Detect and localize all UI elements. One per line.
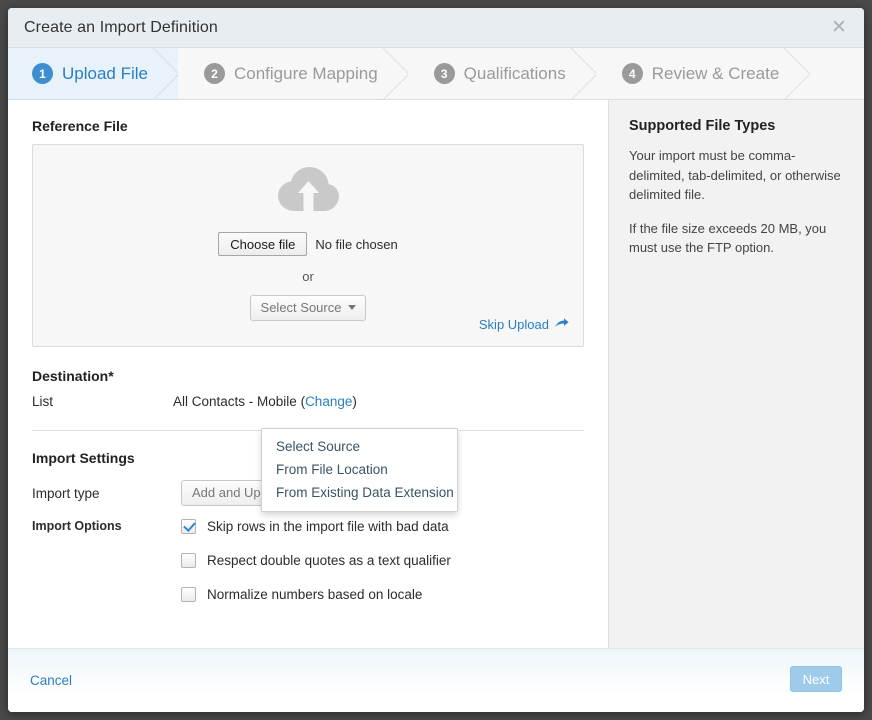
select-source-dropdown[interactable]: Select Source: [249, 295, 367, 321]
destination-heading: Destination*: [32, 368, 114, 384]
step-chevron-icon: [153, 48, 179, 99]
step-label: Configure Mapping: [234, 63, 378, 83]
option-normalize-numbers[interactable]: Normalize numbers based on locale: [181, 587, 451, 602]
step-number-badge: 1: [32, 63, 53, 84]
step-number-badge: 3: [433, 63, 455, 84]
destination-list-value-wrap: All Contacts - Mobile (Change): [173, 394, 357, 409]
main-panel: Reference File Choose file No file chose…: [8, 100, 608, 648]
import-type-label: Import type: [32, 485, 100, 501]
selected-file-name: No file chosen: [315, 236, 398, 252]
next-button[interactable]: Next: [790, 666, 842, 692]
close-icon[interactable]: ✕: [828, 17, 850, 39]
skip-upload-label: Skip Upload: [478, 317, 549, 332]
step-label: Upload File: [62, 63, 148, 83]
help-sidebar: Supported File Types Your import must be…: [608, 100, 864, 648]
menu-item-from-file-location[interactable]: From File Location: [262, 458, 457, 481]
option-label: Respect double quotes as a text qualifie…: [207, 553, 451, 568]
option-label: Normalize numbers based on locale: [207, 587, 423, 602]
select-source-menu[interactable]: Select Source From File Location From Ex…: [261, 428, 458, 512]
step-chevron-icon: [784, 48, 811, 99]
or-separator-label: or: [302, 269, 314, 284]
import-options-row: Import Options Skip rows in the import f…: [32, 518, 584, 602]
destination-section: Destination* List All Contacts - Mobile …: [32, 368, 584, 409]
import-options-label: Import Options: [32, 519, 122, 533]
file-dropzone[interactable]: Choose file No file chosen or Select Sou…: [32, 144, 584, 347]
step-number-badge: 4: [621, 63, 643, 84]
select-source-label: Select Source: [260, 300, 342, 315]
help-heading: Supported File Types: [629, 118, 776, 134]
step-qualifications[interactable]: 3 Qualifications: [407, 48, 597, 99]
menu-item-from-existing-data-extension[interactable]: From Existing Data Extension: [262, 481, 457, 504]
option-respect-double-quotes[interactable]: Respect double quotes as a text qualifie…: [181, 553, 451, 568]
cancel-button[interactable]: Cancel: [30, 673, 72, 688]
step-number-badge: 2: [204, 63, 225, 84]
modal-body: Reference File Choose file No file chose…: [8, 100, 864, 648]
destination-list-label: List: [32, 394, 54, 409]
menu-item-select-source[interactable]: Select Source: [262, 435, 457, 458]
help-paragraph-1: Your import must be comma-delimited, tab…: [629, 148, 841, 202]
destination-list-row: List All Contacts - Mobile (Change): [32, 394, 584, 409]
destination-list-value: All Contacts - Mobile: [173, 394, 297, 409]
step-configure-mapping[interactable]: 2 Configure Mapping: [178, 48, 409, 99]
help-paragraph-2: If the file size exceeds 20 MB, you must…: [629, 220, 827, 256]
file-input-row[interactable]: Choose file No file chosen: [218, 232, 398, 256]
step-chevron-icon: [570, 48, 597, 99]
page-title: Create an Import Definition: [24, 18, 218, 36]
chevron-down-icon: [348, 305, 357, 310]
step-review-create[interactable]: 4 Review & Create: [595, 48, 811, 99]
step-chevron-trailing-icon: [809, 48, 837, 99]
option-skip-bad-rows[interactable]: Skip rows in the import file with bad da…: [181, 519, 451, 534]
arrow-forward-icon: [555, 317, 569, 332]
step-label: Review & Create: [651, 63, 780, 83]
skip-upload-link[interactable]: Skip Upload: [479, 317, 569, 332]
checkbox-normalize-numbers[interactable]: [181, 587, 196, 602]
paren-close: ): [352, 394, 357, 409]
checkbox-respect-double-quotes[interactable]: [181, 553, 196, 568]
wizard-step-bar: 1 Upload File 2 Configure Mapping 3 Qual: [8, 48, 864, 100]
modal-footer: Cancel Next: [8, 648, 864, 712]
step-label: Qualifications: [463, 63, 566, 83]
change-destination-link[interactable]: Change: [305, 394, 352, 409]
reference-file-heading: Reference File: [32, 118, 128, 134]
modal-titlebar: Create an Import Definition ✕: [8, 8, 864, 48]
import-options-list: Skip rows in the import file with bad da…: [181, 518, 451, 602]
checkbox-skip-bad-rows[interactable]: [181, 519, 196, 534]
import-definition-modal: Create an Import Definition ✕ 1 Upload F…: [8, 8, 864, 712]
cloud-upload-icon: [277, 167, 339, 220]
option-label: Skip rows in the import file with bad da…: [207, 519, 449, 534]
choose-file-button[interactable]: Choose file: [218, 232, 308, 256]
step-chevron-icon: [382, 48, 409, 99]
step-upload-file[interactable]: 1 Upload File: [8, 48, 179, 99]
